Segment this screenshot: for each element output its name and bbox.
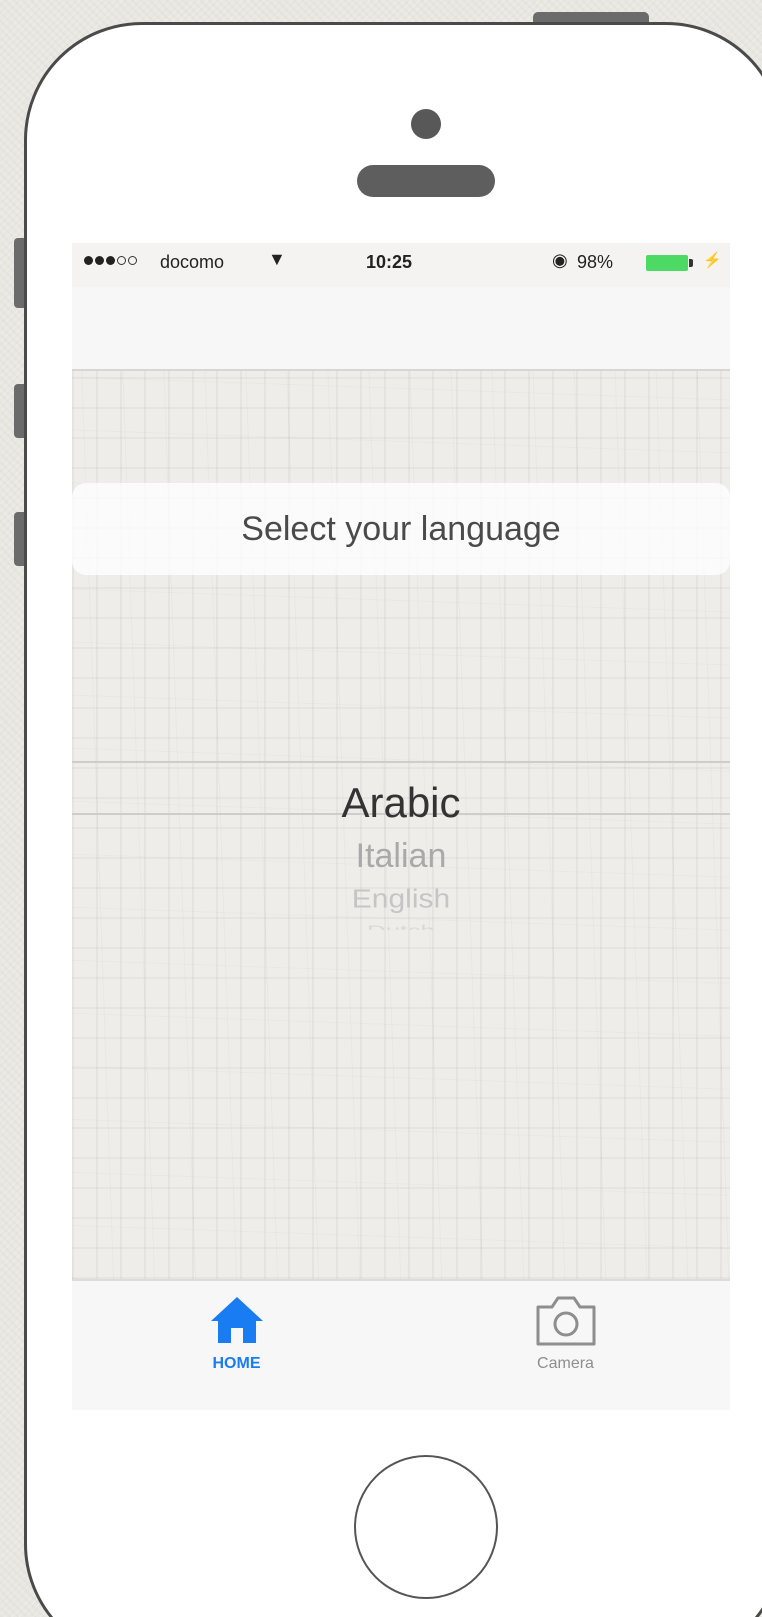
front-camera (411, 109, 441, 139)
home-icon (210, 1297, 263, 1343)
tab-home[interactable]: HOME (72, 1281, 401, 1410)
prompt-label: Select your language (241, 509, 561, 548)
home-button[interactable] (354, 1455, 498, 1599)
tab-bar: HOME Camera (72, 1279, 730, 1410)
language-prompt: Select your language (72, 483, 730, 575)
camera-icon (536, 1296, 595, 1346)
picker-selection-line-top (72, 761, 730, 763)
tab-camera[interactable]: Camera (401, 1281, 730, 1410)
earpiece-speaker (357, 165, 495, 197)
phone-screen: docomo ▼ 10:25 ◉ 98% ⚡ Select your langu… (72, 243, 730, 1410)
tab-home-label: HOME (212, 1355, 261, 1372)
battery-nub (689, 259, 693, 267)
wifi-icon: ▼ (268, 249, 286, 269)
carrier-name: docomo (160, 252, 225, 272)
picker-option[interactable]: English (72, 886, 730, 915)
battery-icon (646, 255, 688, 271)
picker-option[interactable]: Italian (72, 837, 730, 876)
status-time: 10:25 (366, 252, 413, 272)
picker-option-selected[interactable]: Arabic (72, 779, 730, 827)
rotation-lock-icon: ◉ (552, 250, 568, 270)
tab-camera-label: Camera (537, 1355, 594, 1372)
navigation-bar (72, 287, 730, 371)
language-picker[interactable]: Arabic Italian English Dutch (72, 761, 730, 951)
signal-strength-icon (84, 256, 137, 265)
status-bar: docomo ▼ 10:25 ◉ 98% ⚡ (72, 243, 730, 287)
charging-icon: ⚡ (703, 252, 722, 269)
main-content: Select your language Arabic Italian Engl… (72, 371, 730, 1279)
picker-option[interactable]: Dutch (72, 922, 730, 930)
battery-percent: 98% (577, 252, 614, 272)
